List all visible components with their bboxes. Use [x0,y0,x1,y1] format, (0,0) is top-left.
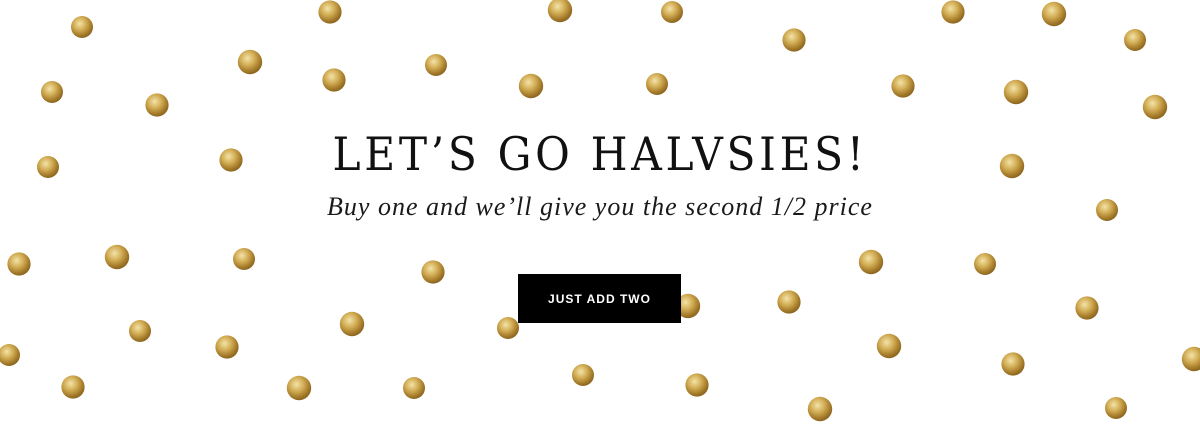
glitter-dot [777,290,801,314]
glitter-dot [0,344,20,366]
glitter-dot [685,373,709,397]
glitter-dot [318,0,342,24]
glitter-dot [1041,1,1067,27]
glitter-dot [237,49,263,75]
glitter-dot [941,0,965,24]
glitter-dot [518,73,544,99]
glitter-dot [646,73,668,95]
glitter-dot [1181,346,1200,372]
subheadline: Buy one and we’ll give you the second 1/… [327,192,873,221]
glitter-dot [858,249,884,275]
glitter-dot [547,0,573,23]
glitter-dot [322,68,346,92]
glitter-dot [41,81,63,103]
glitter-dot [1105,397,1127,419]
glitter-dot [661,1,683,23]
glitter-dot [286,375,312,401]
glitter-dot [129,320,151,342]
glitter-dot [403,377,425,399]
glitter-dot [1124,29,1146,51]
glitter-dot [782,28,806,52]
glitter-dot [425,54,447,76]
glitter-dot [233,248,255,270]
glitter-dot [1142,94,1168,120]
glitter-dot [1075,296,1099,320]
headline: LET’S GO HALVSIES! [332,127,868,181]
just-add-two-button[interactable]: JUST ADD TWO [518,274,681,323]
glitter-dot [421,260,445,284]
glitter-dot [807,396,833,422]
glitter-dot [104,244,130,270]
glitter-dot [1001,352,1025,376]
glitter-dot [7,252,31,276]
glitter-dot [876,333,902,359]
glitter-dot [61,375,85,399]
promo-banner[interactable]: LET’S GO HALVSIES! Buy one and we’ll giv… [0,0,1200,425]
glitter-dot [891,74,915,98]
glitter-dot [339,311,365,337]
glitter-dot [71,16,93,38]
glitter-dot [497,317,519,339]
glitter-dot [572,364,594,386]
glitter-dot [145,93,169,117]
glitter-dot [974,253,996,275]
glitter-dot [1003,79,1029,105]
glitter-dot [215,335,239,359]
